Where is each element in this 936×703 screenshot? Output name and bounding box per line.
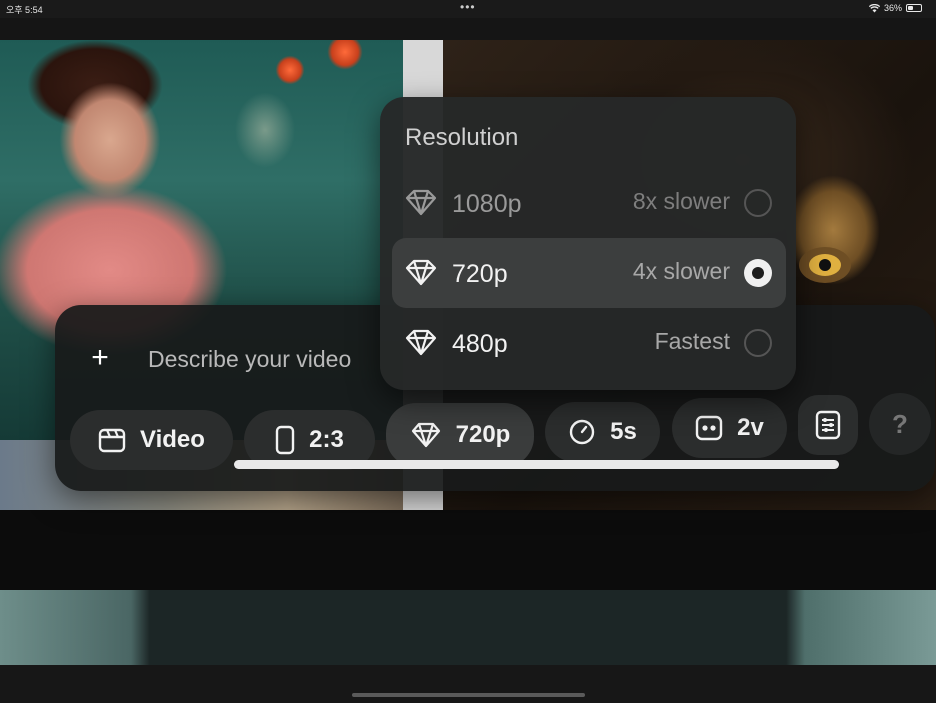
diamond-icon bbox=[405, 329, 437, 356]
bottom-bar bbox=[0, 665, 936, 703]
resolution-option-1080p[interactable]: 1080p 8x slower bbox=[392, 168, 786, 238]
battery-percent: 36% bbox=[883, 3, 902, 13]
resolution-option-480p[interactable]: 480p Fastest bbox=[392, 308, 786, 378]
variations-chip[interactable]: 2v bbox=[672, 398, 787, 458]
resolution-menu-title: Resolution bbox=[405, 124, 519, 151]
radio-selected[interactable] bbox=[744, 259, 772, 287]
wifi-icon bbox=[868, 3, 880, 12]
help-button[interactable]: ? bbox=[869, 393, 931, 455]
variations-label: 2v bbox=[737, 414, 764, 441]
option-label: 480p bbox=[452, 330, 508, 358]
resolution-label: 720p bbox=[455, 421, 511, 448]
phone-frame-icon bbox=[275, 425, 295, 455]
duration-chip[interactable]: 5s bbox=[545, 402, 660, 462]
radio-unselected[interactable] bbox=[744, 329, 772, 357]
monitor-bottom-bezel bbox=[0, 510, 936, 590]
option-speed: 4x slower bbox=[632, 258, 730, 284]
sliders-icon bbox=[815, 410, 841, 440]
mode-label: Video bbox=[140, 426, 205, 453]
aspect-label: 2:3 bbox=[309, 426, 344, 453]
option-speed: 8x slower bbox=[632, 188, 730, 214]
status-bar: 오후 5:54 ••• 36% bbox=[0, 0, 936, 18]
resolution-option-720p[interactable]: 720p 4x slower bbox=[392, 238, 786, 308]
resolution-chip[interactable]: 720p bbox=[386, 403, 534, 467]
desk-background bbox=[0, 590, 936, 670]
toolbar-scrollbar[interactable] bbox=[234, 460, 839, 469]
settings-button[interactable] bbox=[798, 395, 858, 455]
diamond-icon bbox=[405, 189, 437, 216]
creature-eye-icon bbox=[799, 247, 851, 283]
multitask-dots[interactable]: ••• bbox=[460, 0, 476, 14]
battery-icon bbox=[906, 4, 922, 12]
monitor-top-bezel bbox=[0, 18, 936, 40]
duration-label: 5s bbox=[610, 418, 637, 445]
option-speed: Fastest bbox=[654, 328, 730, 354]
diamond-icon bbox=[411, 422, 440, 448]
add-button[interactable]: + bbox=[85, 343, 115, 373]
status-right: 36% bbox=[868, 3, 922, 13]
clapperboard-icon bbox=[98, 428, 126, 453]
option-label: 720p bbox=[452, 260, 508, 288]
prompt-input[interactable] bbox=[148, 342, 388, 376]
option-label: 1080p bbox=[452, 190, 522, 218]
status-time: 오후 5:54 bbox=[6, 5, 43, 15]
mode-chip[interactable]: Video bbox=[70, 410, 233, 470]
diamond-icon bbox=[405, 259, 437, 286]
radio-unselected[interactable] bbox=[744, 189, 772, 217]
clock-icon bbox=[569, 419, 595, 445]
two-dots-icon bbox=[695, 415, 723, 441]
home-indicator[interactable] bbox=[352, 693, 585, 697]
